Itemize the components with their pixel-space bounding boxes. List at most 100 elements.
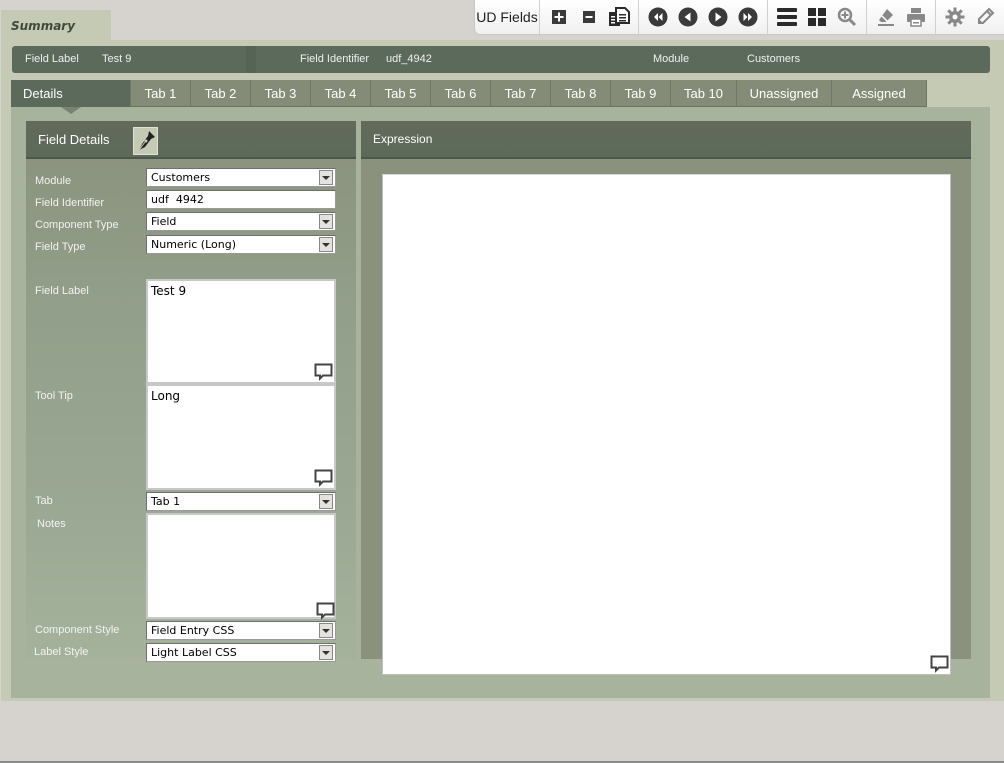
expression-textarea[interactable] [382,174,951,675]
field-type-select-value: Numeric (Long) [151,238,237,251]
toolbar-group-settings [936,0,1004,34]
print-button[interactable] [901,3,931,31]
field-details-title: Field Details [38,131,110,147]
field-type-select[interactable]: Numeric (Long) [146,235,336,254]
field-identifier-caption: Field Identifier [300,53,370,65]
tab-select[interactable]: Tab 1 [146,492,336,511]
previous-icon [678,7,698,27]
tab-8[interactable]: Tab 8 [551,80,611,107]
label-style-select-value: Light Label CSS [151,646,237,659]
expression-panel: Expression [361,121,971,675]
component-type-select-value: Field [151,215,177,228]
toolbar-title: UD Fields [475,0,540,34]
notes-textarea[interactable] [146,513,336,620]
edit-field-button[interactable] [133,127,158,155]
component-style-label: Component Style [35,624,120,636]
field-label-label: Field Label [35,285,89,297]
minus-square-icon [583,11,595,23]
tool-tip-textarea-value: Long [151,389,181,403]
chevron-down-icon[interactable] [319,170,333,185]
gear-icon [945,7,965,27]
pencil-icon [978,7,995,24]
tab-6[interactable]: Tab 6 [431,80,491,107]
module-label: Module [35,175,72,187]
module-select[interactable]: Customers [146,168,336,187]
list-view-button[interactable] [772,3,802,31]
tab-9[interactable]: Tab 9 [611,80,671,107]
chevron-down-icon[interactable] [319,214,333,229]
field-label-textarea[interactable]: Test 9 [146,279,336,384]
module-caption: Module [653,53,690,65]
label-style-select[interactable]: Light Label CSS [146,643,336,662]
notes-label: Notes [37,518,66,530]
component-type-label: Component Type [35,219,119,231]
edit-button[interactable] [970,3,1000,31]
toolbar-group-navigation [639,0,768,34]
zoom-button[interactable] [832,3,862,31]
remove-button[interactable] [574,3,604,31]
grid-icon [808,8,826,26]
chevron-down-icon[interactable] [319,623,333,638]
expression-title: Expression [373,132,433,146]
tab-label: Tab [35,495,53,507]
active-tab-indicator [61,107,81,114]
component-style-select-value: Field Entry CSS [151,624,235,637]
comment-icon[interactable] [316,602,335,620]
summary-tab[interactable]: Summary [1,10,111,40]
field-label-textarea-value: Test 9 [151,284,187,298]
component-style-select[interactable]: Field Entry CSS [146,621,336,640]
plus-square-icon [552,10,566,24]
tab-select-value: Tab 1 [151,495,181,508]
comment-icon[interactable] [930,655,949,673]
info-bar-divider [246,46,256,73]
expression-header: Expression [361,121,971,159]
previous-record-button[interactable] [673,3,703,31]
clear-button[interactable] [871,3,901,31]
tab-4[interactable]: Tab 4 [311,80,371,107]
toolbar-group-output [867,0,936,34]
next-record-button[interactable] [703,3,733,31]
field-details-header: Field Details [26,121,356,159]
tab-1[interactable]: Tab 1 [131,80,191,107]
module-select-value: Customers [151,171,211,184]
tab-assigned[interactable]: Assigned [832,80,927,107]
tab-2[interactable]: Tab 2 [191,80,251,107]
copy-button[interactable] [604,3,634,31]
settings-button[interactable] [940,3,970,31]
zoom-in-icon [837,7,857,27]
toolbar: UD Fields [474,0,1004,35]
comment-icon[interactable] [314,363,333,381]
component-type-select[interactable]: Field [146,212,336,231]
tab-5[interactable]: Tab 5 [371,80,431,107]
field-details-panel: Field Details Module Customers Field Ide… [26,121,356,662]
copy-document-icon [609,7,630,26]
field-label-caption: Field Label [25,53,79,65]
add-button[interactable] [544,3,574,31]
field-identifier-value: udf_4942 [386,53,432,65]
first-record-button[interactable] [643,3,673,31]
tool-tip-label: Tool Tip [35,390,73,402]
grid-view-button[interactable] [802,3,832,31]
fast-forward-icon [738,7,758,27]
record-info-bar: Field Label Test 9 Field Identifier udf_… [12,46,990,73]
tab-7[interactable]: Tab 7 [491,80,551,107]
chevron-down-icon[interactable] [319,645,333,660]
tab-10[interactable]: Tab 10 [671,80,737,107]
label-style-label: Label Style [34,646,89,658]
comment-icon[interactable] [314,469,333,487]
chevron-down-icon[interactable] [319,494,333,509]
tool-tip-textarea[interactable]: Long [146,384,336,490]
tab-bar: Details Tab 1 Tab 2 Tab 3 Tab 4 Tab 5 Ta… [11,80,927,107]
field-type-label: Field Type [35,241,86,253]
tab-unassigned[interactable]: Unassigned [737,80,832,107]
list-icon [777,8,797,26]
toolbar-group-edit [540,0,639,34]
tab-details[interactable]: Details [11,80,131,107]
field-identifier-label: Field Identifier [35,197,105,209]
fountain-pen-icon [138,131,155,151]
chevron-down-icon[interactable] [319,237,333,252]
last-record-button[interactable] [733,3,763,31]
module-value: Customers [747,53,801,65]
tab-3[interactable]: Tab 3 [251,80,311,107]
field-identifier-input[interactable]: udf 4942 [146,190,336,209]
